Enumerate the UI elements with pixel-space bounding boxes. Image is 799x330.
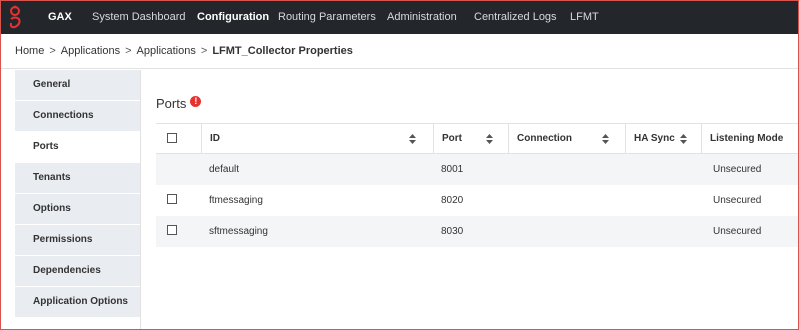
sidebar-item-dependencies[interactable]: Dependencies xyxy=(15,256,141,287)
sidebar-item-options[interactable]: Options xyxy=(15,194,141,225)
table-row[interactable]: default 8001 Unsecured xyxy=(156,154,798,185)
top-navigation-bar: GAX System Dashboard Configuration Routi… xyxy=(1,1,798,34)
warning-icon: ! xyxy=(190,96,202,107)
column-header-listening-mode[interactable]: Listening Mode xyxy=(701,124,798,154)
cell-port: 8020 xyxy=(441,195,464,206)
column-label: HA Sync xyxy=(634,133,675,144)
breadcrumb-separator: > xyxy=(200,45,208,57)
properties-sidebar: General Connections Ports Tenants Option… xyxy=(15,70,141,329)
nav-centralized-logs[interactable]: Centralized Logs xyxy=(474,1,557,34)
breadcrumb-separator: > xyxy=(49,45,56,57)
sidebar-item-connections[interactable]: Connections xyxy=(15,101,141,132)
column-header-port[interactable]: Port xyxy=(433,124,508,154)
row-checkbox[interactable] xyxy=(167,194,177,204)
sidebar-item-label: Dependencies xyxy=(33,265,101,276)
breadcrumb: Home > Applications > Applications > LFMT_Coll… xyxy=(15,45,353,57)
brand-gax[interactable]: GAX xyxy=(48,1,72,34)
app-frame: GAX System Dashboard Configuration Routi… xyxy=(0,0,799,330)
breadcrumb-home[interactable]: Home xyxy=(15,45,44,57)
cell-id: ftmessaging xyxy=(209,195,263,206)
select-all-checkbox[interactable] xyxy=(167,133,177,143)
sidebar-item-label: Options xyxy=(33,203,71,214)
breadcrumb-current: LFMT_Collector Properties xyxy=(212,45,353,57)
cell-port: 8001 xyxy=(441,164,464,175)
header-select-all xyxy=(156,124,201,154)
sort-icon[interactable] xyxy=(486,134,493,144)
column-label: Listening Mode xyxy=(710,133,784,144)
breadcrumb-separator: > xyxy=(125,45,132,57)
sidebar-divider xyxy=(140,70,141,329)
table-row[interactable]: ftmessaging 8020 Unsecured xyxy=(156,185,798,216)
column-header-ha-sync[interactable]: HA Sync xyxy=(625,124,701,154)
nav-routing-parameters[interactable]: Routing Parameters xyxy=(278,1,376,34)
column-label: Port xyxy=(442,133,462,144)
sidebar-item-label: Permissions xyxy=(33,234,93,245)
column-header-id[interactable]: ID xyxy=(201,124,433,154)
cell-port: 8030 xyxy=(441,226,464,237)
genesys-logo-icon[interactable] xyxy=(7,4,23,31)
sidebar-item-application-options[interactable]: Application Options xyxy=(15,287,141,318)
sidebar-item-label: Connections xyxy=(33,110,94,121)
header-divider xyxy=(1,68,798,69)
column-label: ID xyxy=(210,133,220,144)
breadcrumb-applications[interactable]: Applications xyxy=(61,45,120,57)
sidebar-item-label: Ports xyxy=(33,141,59,152)
sidebar-item-permissions[interactable]: Permissions xyxy=(15,225,141,256)
column-label: Connection xyxy=(517,133,572,144)
row-checkbox[interactable] xyxy=(167,225,177,235)
section-title: Ports ! xyxy=(156,96,202,111)
page-title: Ports xyxy=(156,96,187,111)
table-row[interactable]: sftmessaging 8030 Unsecured xyxy=(156,216,798,247)
nav-configuration[interactable]: Configuration xyxy=(197,1,269,34)
cell-id: sftmessaging xyxy=(209,226,268,237)
cell-listening-mode: Unsecured xyxy=(713,195,762,206)
nav-administration[interactable]: Administration xyxy=(387,1,457,34)
column-header-connection[interactable]: Connection xyxy=(508,124,625,154)
nav-system-dashboard[interactable]: System Dashboard xyxy=(92,1,186,34)
table-header: ID Port Connection HA Sync Listening Mod… xyxy=(156,123,798,154)
sort-icon[interactable] xyxy=(409,134,416,144)
sidebar-item-tenants[interactable]: Tenants xyxy=(15,163,141,194)
sidebar-item-label: Application Options xyxy=(33,296,128,307)
sidebar-item-ports[interactable]: Ports xyxy=(15,132,141,163)
breadcrumb-applications-2[interactable]: Applications xyxy=(137,45,196,57)
sidebar-item-label: General xyxy=(33,79,71,90)
sidebar-item-label: Tenants xyxy=(33,172,71,183)
sort-icon[interactable] xyxy=(680,134,687,144)
cell-id: default xyxy=(209,164,240,175)
sort-icon[interactable] xyxy=(602,134,609,144)
sidebar-item-general[interactable]: General xyxy=(15,70,141,101)
nav-lfmt[interactable]: LFMT xyxy=(570,1,599,34)
cell-listening-mode: Unsecured xyxy=(713,164,762,175)
cell-listening-mode: Unsecured xyxy=(713,226,762,237)
